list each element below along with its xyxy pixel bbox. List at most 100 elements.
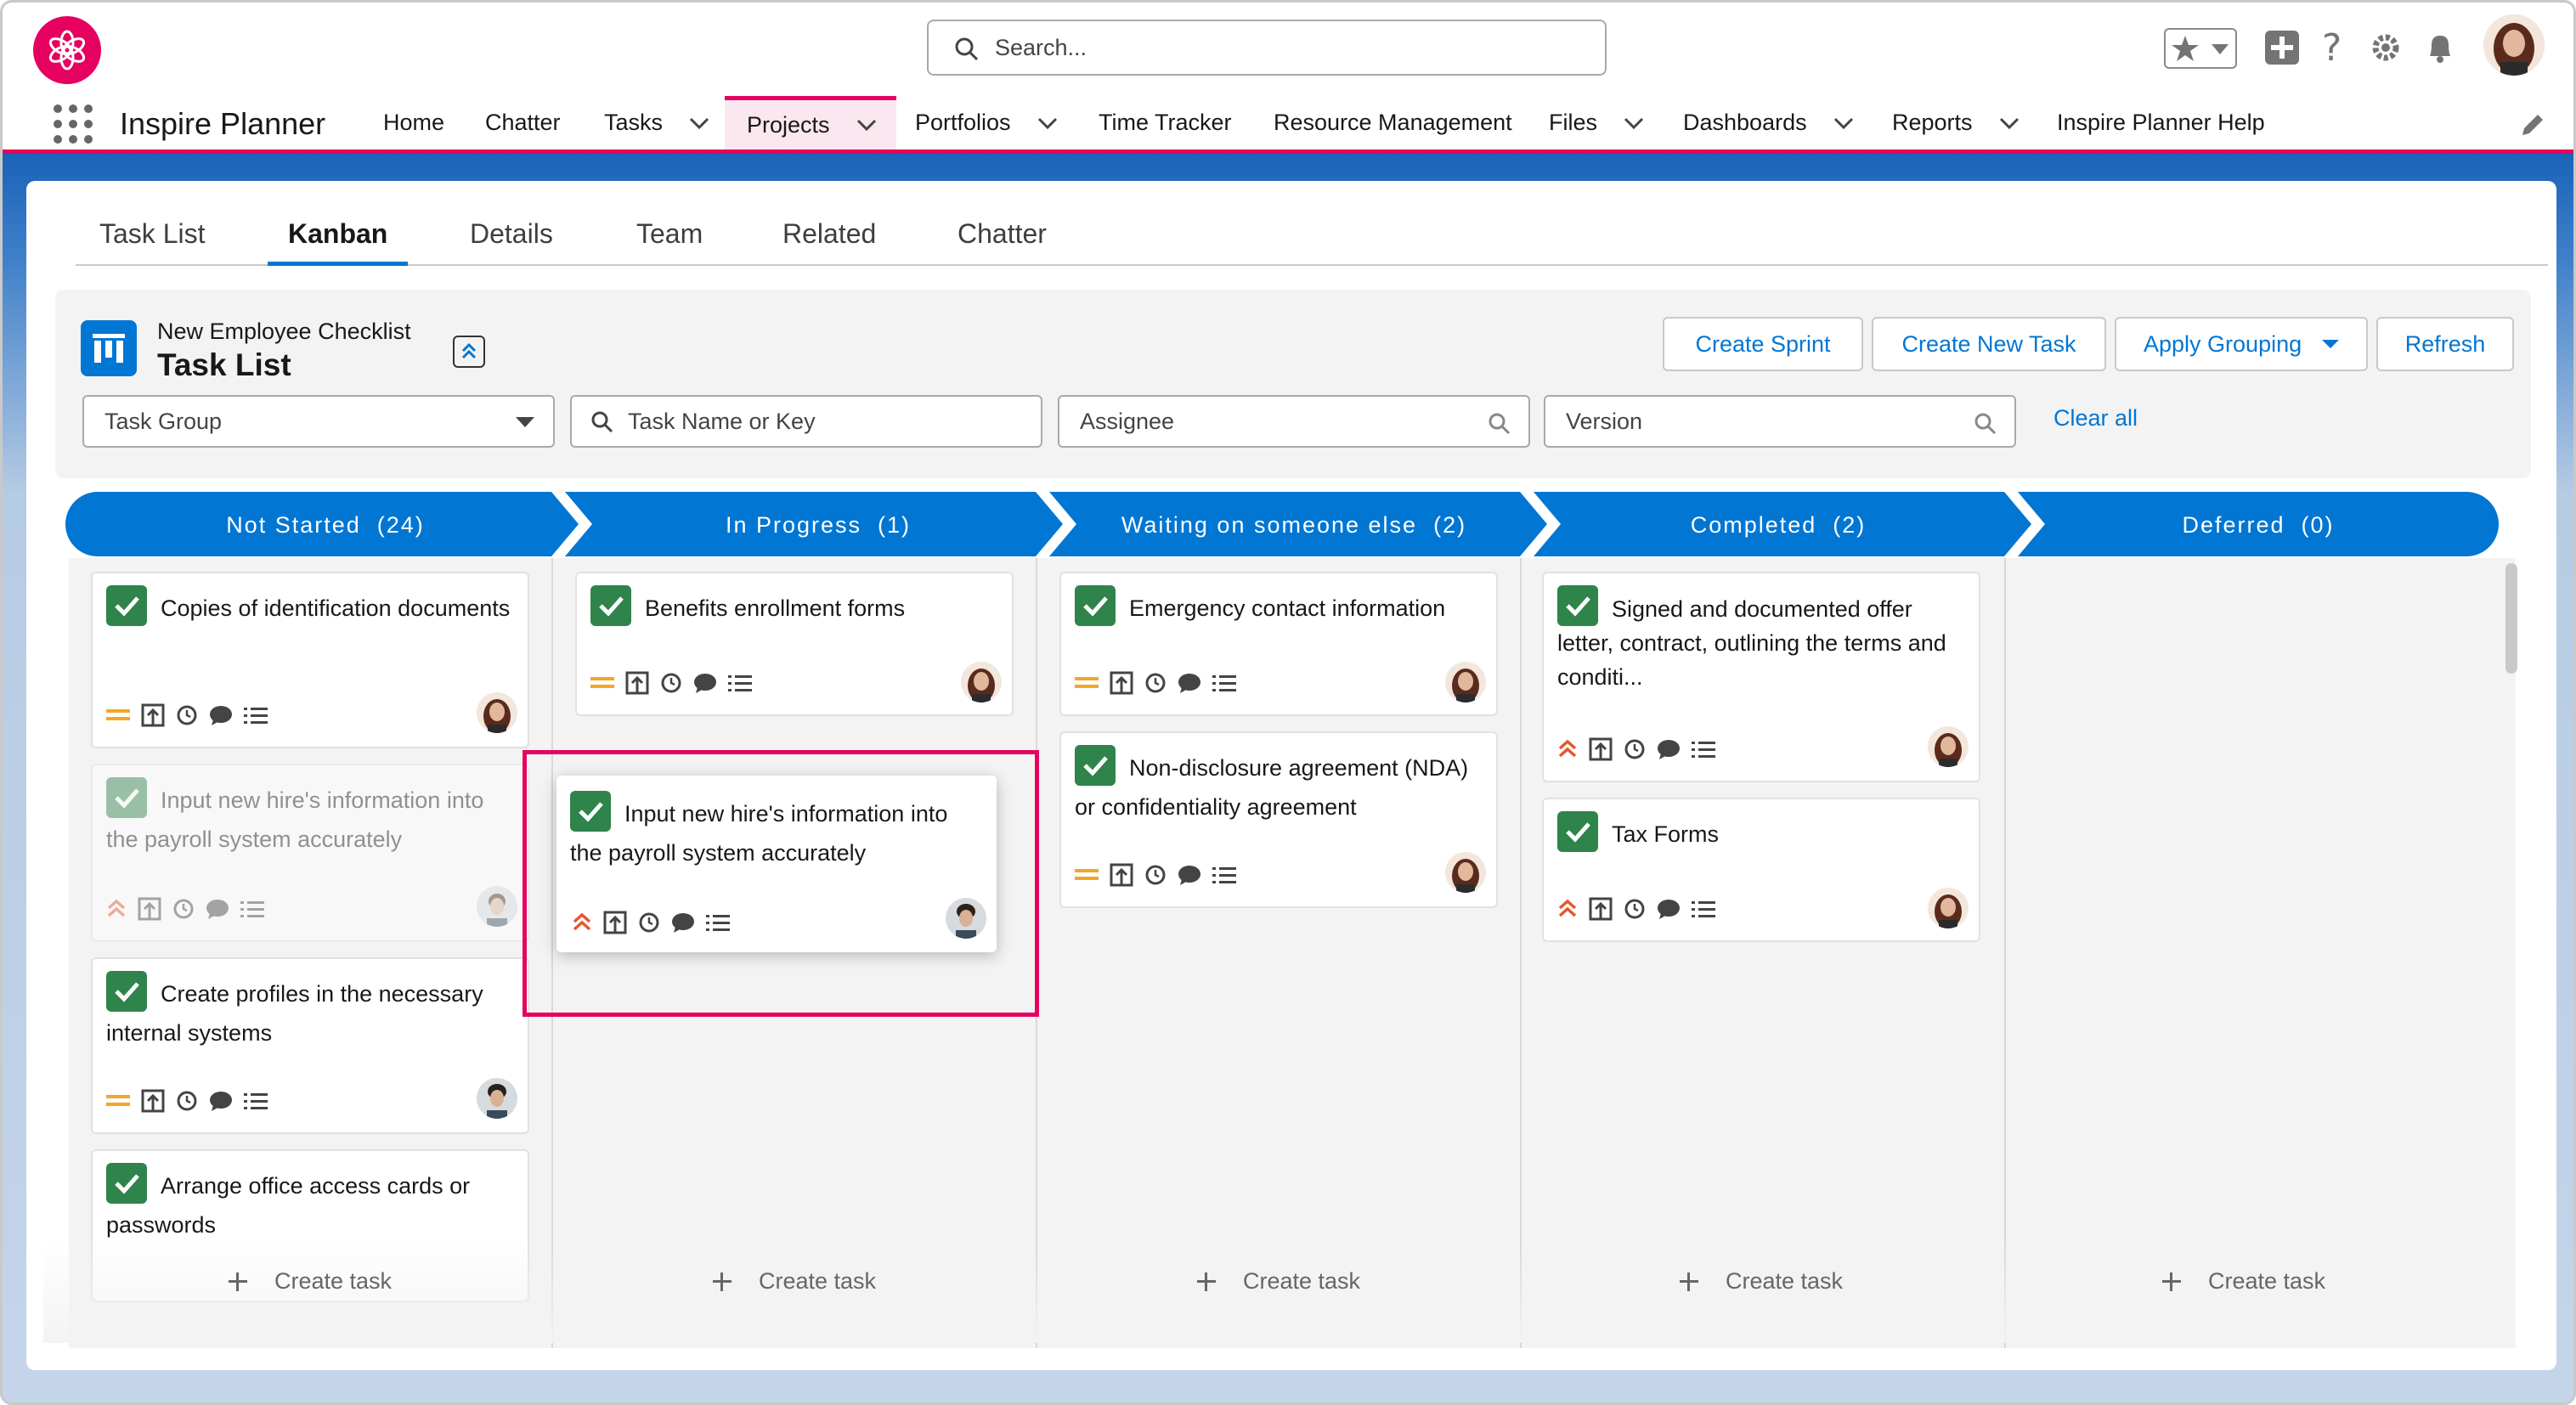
assignee-search-input[interactable]: Assignee [1058,395,1530,448]
nav-files[interactable]: Files [1549,96,1645,150]
plus-icon [229,1272,247,1291]
task-meta-icons [572,910,730,935]
column-header-completed[interactable]: Completed (2) [1549,494,2008,556]
assignee-avatar[interactable] [1445,852,1486,893]
upload-icon [141,1089,165,1113]
app-nav-bar: Inspire Planner Home Chatter Tasks Proje… [3,96,2573,154]
upload-icon [1110,863,1133,887]
chevron-down-icon[interactable] [1998,116,2020,130]
user-avatar[interactable] [2483,14,2545,76]
chevron-down-icon[interactable] [856,118,878,132]
medium-priority-icon [106,709,130,720]
checklist-icon [1212,867,1236,883]
assignee-avatar [477,886,517,927]
star-icon [2172,36,2199,61]
create-task-link-not-started[interactable]: Create task [227,1268,392,1295]
task-card[interactable]: Non-disclosure agreement (NDA) or confid… [1059,731,1498,908]
nav-resource-management[interactable]: Resource Management [1274,96,1512,150]
apply-grouping-button[interactable]: Apply Grouping [2115,317,2368,371]
refresh-button[interactable]: Refresh [2376,317,2514,371]
tab-team[interactable]: Team [636,218,703,266]
create-task-link-in-progress[interactable]: Create task [711,1268,876,1295]
nav-time-tracker[interactable]: Time Tracker [1099,96,1232,150]
nav-reports[interactable]: Reports [1892,96,2020,150]
task-title: Emergency contact information [1129,595,1446,621]
assignee-avatar[interactable] [946,898,986,939]
favorites-button[interactable] [2164,28,2237,69]
board-scrollbar[interactable] [2505,563,2517,674]
task-card[interactable]: Benefits enrollment forms [575,572,1014,716]
plus-icon [1680,1272,1698,1291]
nav-chatter[interactable]: Chatter [485,96,561,150]
org-logo[interactable] [33,16,101,84]
nav-projects[interactable]: Projects [725,96,896,150]
create-task-link-waiting[interactable]: Create task [1195,1268,1360,1295]
create-new-task-button[interactable]: Create New Task [1872,317,2106,371]
task-card[interactable]: Tax Forms [1542,798,1980,942]
task-meta-icons [590,670,752,696]
checklist-icon [244,1093,268,1109]
collapse-button[interactable] [453,336,485,368]
assignee-avatar[interactable] [1445,662,1486,702]
tab-chatter[interactable]: Chatter [958,218,1047,266]
version-search-input[interactable]: Version [1544,395,2016,448]
nav-home[interactable]: Home [383,96,444,150]
high-priority-icon [1558,899,1577,917]
task-meta-icons [1075,862,1236,888]
task-card[interactable]: Signed and documented offer letter, cont… [1542,572,1980,782]
column-header-in-progress[interactable]: In Progress (1) [589,494,1048,556]
medium-priority-icon [590,677,614,688]
nav-tasks[interactable]: Tasks [604,96,710,150]
chevron-down-icon[interactable] [1037,116,1059,130]
create-task-link-completed[interactable]: Create task [1678,1268,1843,1295]
assignee-avatar[interactable] [477,1078,517,1119]
chevron-down-icon[interactable] [1623,116,1645,130]
add-icon[interactable] [2262,28,2302,67]
assignee-avatar[interactable] [1928,888,1969,928]
chevron-down-icon[interactable] [1833,116,1855,130]
checklist-icon [1692,901,1715,917]
global-search-input[interactable]: Search... [927,20,1607,76]
tab-related[interactable]: Related [782,218,876,266]
nav-inspire-planner-help[interactable]: Inspire Planner Help [2057,96,2265,150]
app-name: Inspire Planner [120,106,326,141]
gear-icon[interactable] [2366,28,2405,67]
task-card[interactable]: Create profiles in the necessary interna… [91,957,529,1134]
plus-icon [2162,1272,2181,1291]
column-header-not-started[interactable]: Not Started (24) [88,494,563,556]
column-header-waiting[interactable]: Waiting on someone else (2) [1065,494,1523,556]
pencil-icon[interactable] [2519,111,2546,138]
task-group-select[interactable]: Task Group [82,395,555,448]
upload-icon [141,703,165,727]
clock-icon [1145,673,1166,693]
tab-task-list[interactable]: Task List [99,218,205,266]
clear-all-link[interactable]: Clear all [2053,405,2138,432]
search-icon [955,37,979,61]
window-frame: Search... ? Inspire Planner Home Chatter… [0,0,2576,1405]
help-icon[interactable]: ? [2315,28,2349,67]
assignee-avatar[interactable] [477,692,517,733]
plus-icon [1197,1272,1216,1291]
task-card[interactable]: Copies of identification documents [91,572,529,748]
tab-kanban[interactable]: Kanban [268,218,409,266]
chevron-down-icon[interactable] [688,116,710,130]
double-chevron-up-icon [461,342,477,359]
clock-icon [177,705,197,725]
nav-dashboards[interactable]: Dashboards [1683,96,1855,150]
medium-priority-icon [106,1095,130,1106]
dragged-task-card[interactable]: Input new hire's information into the pa… [556,776,997,952]
column-header-deferred[interactable]: Deferred (0) [2033,494,2483,556]
app-launcher-icon[interactable] [54,104,93,144]
upload-icon [138,897,161,921]
create-task-link-deferred[interactable]: Create task [2161,1268,2325,1295]
create-sprint-button[interactable]: Create Sprint [1663,317,1863,371]
assignee-avatar[interactable] [961,662,1002,702]
tab-details[interactable]: Details [470,218,553,266]
task-name-search-input[interactable]: Task Name or Key [570,395,1042,448]
task-card[interactable]: Emergency contact information [1059,572,1498,716]
bell-icon[interactable] [2421,28,2460,67]
svg-text:?: ? [2322,28,2342,67]
nav-portfolios[interactable]: Portfolios [915,96,1059,150]
comment-icon [210,706,232,725]
assignee-avatar[interactable] [1928,726,1969,767]
